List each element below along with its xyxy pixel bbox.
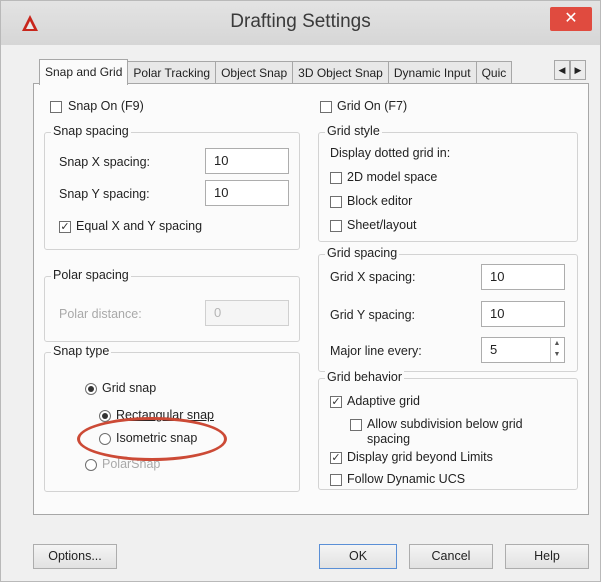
grid-behavior-group: Grid behavior ✓ Adaptive grid Allow subd… [318, 370, 578, 490]
snap-x-input[interactable]: 10 [205, 148, 289, 174]
polar-distance-label: Polar distance: [59, 307, 142, 321]
tab-scroll-left-icon[interactable]: ◀ [554, 60, 570, 80]
grid-x-label: Grid X spacing: [330, 270, 416, 284]
close-button[interactable]: ✕ [550, 7, 592, 31]
allow-subdivision-label: Allow subdivision below grid [367, 417, 523, 431]
help-button[interactable]: Help [505, 544, 589, 569]
equal-xy-label: Equal X and Y spacing [76, 219, 203, 233]
tab-dynamic-input[interactable]: Dynamic Input [387, 61, 477, 84]
grid-style-title: Grid style [325, 124, 382, 138]
major-line-input[interactable]: 5 ▲ ▼ [481, 337, 565, 363]
allow-subdivision-label-cont: spacing [367, 432, 411, 446]
block-editor-label: Block editor [347, 194, 413, 208]
grid-spacing-group: Grid spacing Grid X spacing: 10 Grid Y s… [318, 246, 578, 372]
adaptive-grid-checkbox[interactable]: ✓ [330, 396, 342, 408]
highlight-annotation [77, 417, 227, 461]
snap-spacing-title: Snap spacing [51, 124, 131, 138]
sheet-layout-label: Sheet/layout [347, 218, 417, 232]
2d-model-space-label: 2D model space [347, 170, 438, 184]
major-line-value: 5 [490, 342, 498, 357]
major-line-spinner[interactable]: ▲ ▼ [550, 338, 563, 362]
grid-y-input[interactable]: 10 [481, 301, 565, 327]
follow-dynamic-ucs-checkbox[interactable] [330, 474, 342, 486]
snap-on-checkbox[interactable] [50, 101, 62, 113]
grid-on-label: Grid On (F7) [337, 99, 408, 113]
spin-down-icon[interactable]: ▼ [551, 349, 563, 360]
drafting-settings-dialog: Drafting Settings ✕ Snap and Grid Polar … [0, 0, 601, 582]
polar-spacing-group: Polar spacing Polar distance: 0 [44, 268, 300, 342]
tab-object-snap[interactable]: Object Snap [215, 61, 294, 84]
tab-3d-object-snap[interactable]: 3D Object Snap [292, 61, 389, 84]
grid-snap-label: Grid snap [102, 381, 157, 395]
window-title: Drafting Settings [230, 11, 371, 32]
snap-x-label: Snap X spacing: [59, 155, 151, 169]
follow-dynamic-ucs-label: Follow Dynamic UCS [347, 472, 466, 486]
tab-quick-properties[interactable]: Quic [475, 61, 513, 84]
snap-on-label: Snap On (F9) [68, 99, 144, 113]
grid-y-label: Grid Y spacing: [330, 308, 416, 322]
snap-y-input[interactable]: 10 [205, 180, 289, 206]
grid-spacing-title: Grid spacing [325, 246, 400, 260]
major-line-label: Major line every: [330, 344, 422, 358]
grid-x-input[interactable]: 10 [481, 264, 565, 290]
grid-behavior-title: Grid behavior [325, 370, 405, 384]
tab-polar-tracking[interactable]: Polar Tracking [127, 61, 217, 84]
ok-button[interactable]: OK [319, 544, 397, 569]
grid-snap-radio[interactable] [85, 383, 97, 395]
2d-model-space-checkbox[interactable] [330, 172, 342, 184]
snap-type-title: Snap type [51, 344, 112, 358]
tab-strip: Snap and Grid Polar Tracking Object Snap… [39, 59, 513, 85]
snap-y-label: Snap Y spacing: [59, 187, 150, 201]
sheet-layout-checkbox[interactable] [330, 220, 342, 232]
cancel-button[interactable]: Cancel [409, 544, 493, 569]
snap-spacing-group: Snap spacing Snap X spacing: 10 Snap Y s… [44, 124, 300, 250]
spin-up-icon[interactable]: ▲ [551, 338, 563, 349]
grid-style-intro: Display dotted grid in: [330, 146, 451, 160]
grid-on-checkbox[interactable] [320, 101, 332, 113]
display-beyond-limits-label: Display grid beyond Limits [347, 450, 493, 464]
title-bar: Drafting Settings ✕ [1, 1, 600, 45]
display-beyond-limits-checkbox[interactable]: ✓ [330, 452, 342, 464]
tab-scroll-right-icon[interactable]: ▶ [570, 60, 586, 80]
tab-snap-and-grid[interactable]: Snap and Grid [39, 59, 129, 85]
equal-xy-checkbox[interactable]: ✓ [59, 221, 71, 233]
polar-spacing-title: Polar spacing [51, 268, 131, 282]
grid-style-group: Grid style Display dotted grid in: 2D mo… [318, 124, 578, 242]
adaptive-grid-label: Adaptive grid [347, 394, 420, 408]
polarsnap-radio[interactable] [85, 459, 97, 471]
allow-subdivision-checkbox[interactable] [350, 419, 362, 431]
block-editor-checkbox[interactable] [330, 196, 342, 208]
options-button[interactable]: Options... [33, 544, 117, 569]
polar-distance-input[interactable]: 0 [205, 300, 289, 326]
